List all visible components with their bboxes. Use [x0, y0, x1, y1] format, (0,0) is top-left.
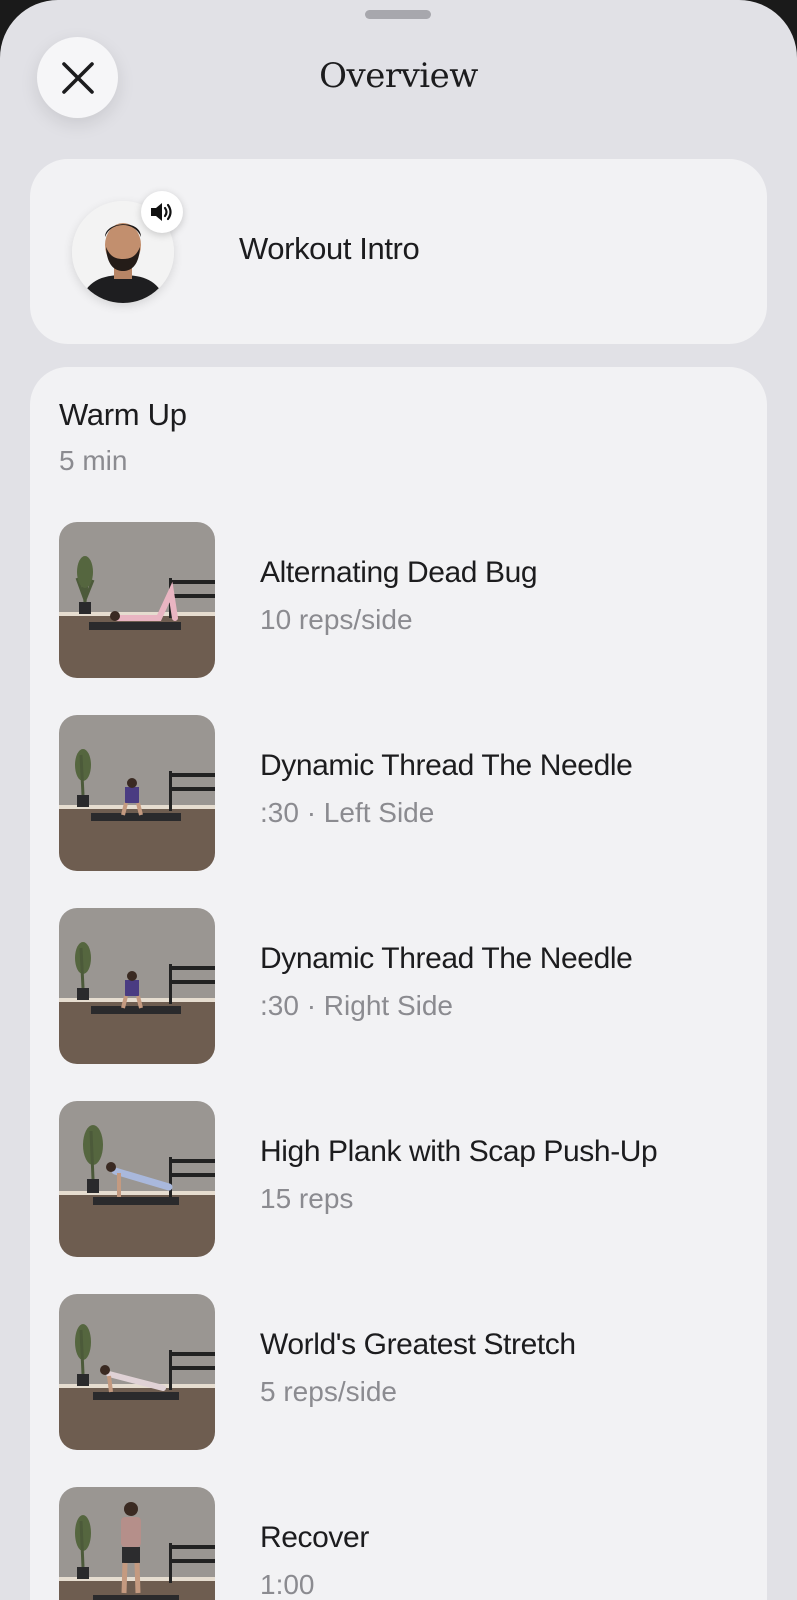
- warm-up-section: Warm Up 5 min Alternating Dead Bug 10 re…: [30, 367, 767, 1600]
- exercise-row[interactable]: Alternating Dead Bug 10 reps/side: [59, 522, 739, 678]
- exercise-row[interactable]: High Plank with Scap Push-Up 15 reps: [59, 1101, 739, 1257]
- exercise-detail: :30 · Right Side: [260, 990, 453, 1021]
- exercise-thumbnail: [59, 1487, 215, 1600]
- exercise-row[interactable]: World's Greatest Stretch 5 reps/side: [59, 1294, 739, 1450]
- exercise-detail: 10 reps/side: [260, 604, 413, 635]
- sheet-grabber[interactable]: [365, 10, 431, 19]
- exercise-detail: 15 reps: [260, 1183, 354, 1214]
- exercise-name: Alternating Dead Bug: [260, 556, 538, 589]
- exercise-name: World's Greatest Stretch: [260, 1328, 576, 1361]
- exercise-detail: 1:00: [260, 1569, 315, 1600]
- exercise-name: Dynamic Thread The Needle: [260, 749, 633, 782]
- exercise-thumbnail: [59, 522, 215, 678]
- exercise-thumbnail: [59, 1101, 215, 1257]
- exercise-detail: 5 reps/side: [260, 1376, 397, 1407]
- section-title: Warm Up: [59, 397, 187, 432]
- exercise-thumbnail: [59, 715, 215, 871]
- exercise-row[interactable]: Dynamic Thread The Needle :30 · Right Si…: [59, 908, 739, 1064]
- exercise-name: Dynamic Thread The Needle: [260, 942, 633, 975]
- exercise-detail: :30 · Left Side: [260, 797, 435, 828]
- speaker-icon: [151, 203, 172, 221]
- exercise-name: Recover: [260, 1521, 369, 1554]
- section-duration: 5 min: [59, 445, 128, 476]
- page-title: Overview: [319, 56, 478, 96]
- exercise-row[interactable]: Recover 1:00: [59, 1487, 739, 1600]
- workout-intro-card[interactable]: Workout Intro: [30, 159, 767, 344]
- exercise-name: High Plank with Scap Push-Up: [260, 1135, 658, 1168]
- workout-intro-label: Workout Intro: [239, 231, 420, 266]
- overview-sheet: Overview Workout Intro Warm Up 5 min Alt…: [0, 0, 797, 1600]
- exercise-thumbnail: [59, 1294, 215, 1450]
- audio-badge[interactable]: [141, 191, 183, 233]
- exercise-thumbnail: [59, 908, 215, 1064]
- exercise-row[interactable]: Dynamic Thread The Needle :30 · Left Sid…: [59, 715, 739, 871]
